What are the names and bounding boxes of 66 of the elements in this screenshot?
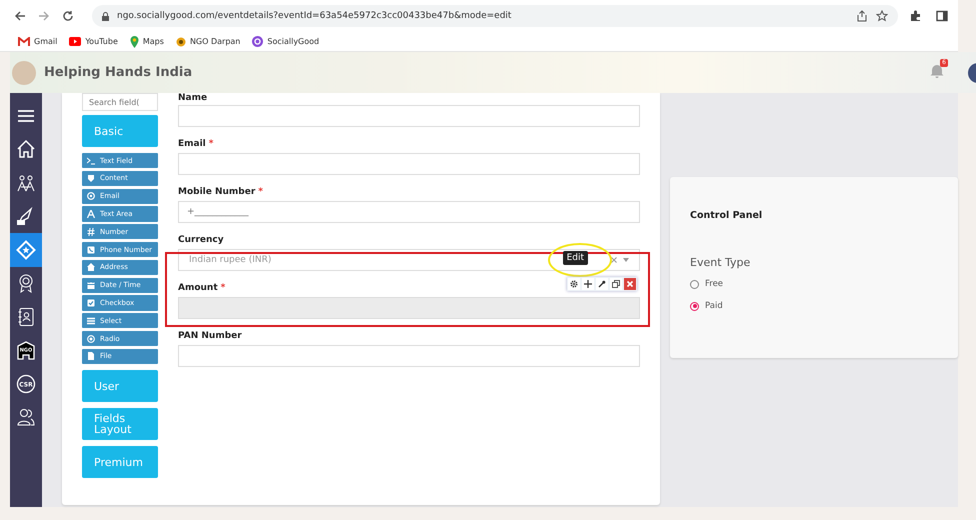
input-field[interactable] bbox=[178, 345, 640, 367]
input-field[interactable]: +____________ bbox=[178, 201, 640, 223]
puzzle-icon[interactable] bbox=[910, 10, 922, 22]
back-icon[interactable] bbox=[14, 10, 26, 22]
people-icon bbox=[16, 172, 36, 193]
file-icon bbox=[87, 352, 95, 360]
home-icon bbox=[87, 263, 95, 272]
lock-icon bbox=[102, 12, 109, 20]
caret-icon[interactable] bbox=[623, 258, 629, 262]
copy-icon[interactable] bbox=[610, 278, 622, 290]
phone-icon bbox=[87, 246, 95, 254]
radio-icon bbox=[87, 334, 95, 343]
radio-button[interactable] bbox=[690, 280, 699, 288]
bookmark[interactable]: Maps bbox=[130, 36, 164, 48]
wrench-icon[interactable] bbox=[596, 278, 608, 290]
field-label: Mobile Number * bbox=[178, 186, 264, 199]
emblem-icon bbox=[176, 36, 186, 46]
settings-icon[interactable] bbox=[568, 278, 580, 290]
mail-icon bbox=[18, 36, 30, 46]
field-label: PAN Number bbox=[178, 330, 242, 343]
field-label: Amount * bbox=[178, 282, 226, 295]
group-button[interactable]: Basic bbox=[82, 115, 158, 147]
input-field[interactable] bbox=[178, 153, 640, 175]
side-panel-icon[interactable] bbox=[936, 10, 948, 22]
list-icon bbox=[87, 316, 95, 325]
radio-option[interactable]: Free bbox=[690, 279, 938, 289]
edit-tooltip: Edit bbox=[562, 251, 588, 265]
field-label: Email * bbox=[178, 138, 214, 151]
group-button[interactable]: Premium bbox=[82, 446, 158, 478]
bookmark[interactable]: Gmail bbox=[18, 36, 58, 46]
hash-icon bbox=[87, 228, 95, 236]
app-title: Helping Hands India bbox=[44, 65, 192, 80]
checkbox-icon bbox=[87, 299, 95, 308]
reload-icon[interactable] bbox=[62, 10, 74, 22]
bell-icon[interactable] bbox=[930, 63, 944, 78]
move-icon[interactable] bbox=[582, 278, 594, 290]
radio-button[interactable] bbox=[690, 302, 699, 310]
field-label: Name bbox=[178, 93, 208, 103]
logo-placeholder bbox=[12, 60, 36, 84]
input-field[interactable] bbox=[178, 105, 640, 127]
play-icon bbox=[69, 37, 82, 46]
star-icon bbox=[16, 240, 36, 260]
section-title: Event Type bbox=[690, 256, 752, 269]
users-icon bbox=[16, 407, 36, 428]
font-icon bbox=[87, 210, 95, 218]
radio-option[interactable]: Paid bbox=[690, 301, 938, 311]
shield-icon bbox=[87, 174, 95, 182]
bookmark[interactable]: YouTube bbox=[69, 37, 118, 46]
field-label: Currency bbox=[178, 234, 224, 247]
group-button[interactable]: User bbox=[82, 370, 158, 402]
panel-title: Control Panel bbox=[690, 210, 764, 221]
contact-book-icon bbox=[16, 306, 36, 327]
group-button[interactable]: Fields Layout bbox=[82, 408, 158, 440]
address-bar[interactable]: ngo.sociallygood.com/eventdetails?eventId=63a54e5972c3cc00433be47b&mode=edit bbox=[92, 5, 898, 27]
remove-icon[interactable] bbox=[624, 278, 636, 290]
terminal-icon bbox=[87, 156, 95, 165]
clear-icon[interactable] bbox=[611, 257, 617, 263]
home-icon bbox=[16, 139, 36, 160]
bookmark[interactable]: NGO Darpan bbox=[176, 36, 240, 46]
star-icon[interactable] bbox=[876, 10, 888, 22]
pin-icon bbox=[130, 36, 139, 48]
search-field[interactable]: Search field( bbox=[82, 93, 158, 111]
bookmark[interactable]: SociallyGood bbox=[252, 36, 320, 47]
calendar-icon bbox=[87, 281, 95, 290]
brand-icon bbox=[252, 36, 264, 47]
share-icon[interactable] bbox=[856, 10, 868, 22]
